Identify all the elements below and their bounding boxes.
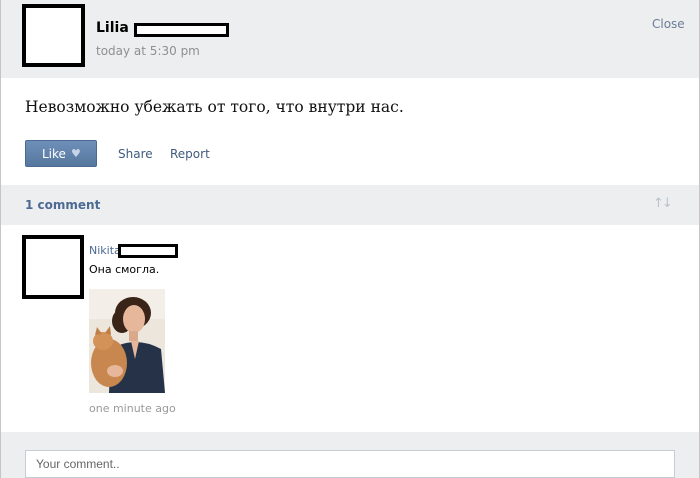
like-label: Like (42, 146, 66, 161)
heart-icon: ♥ (70, 147, 81, 160)
report-link[interactable]: Report (170, 147, 210, 161)
redacted-surname (134, 23, 229, 37)
commenter-avatar[interactable] (22, 235, 84, 299)
comments-count[interactable]: 1 comment (25, 198, 100, 212)
sort-icon[interactable]: ↑↓ (653, 196, 673, 211)
like-button[interactable]: Like ♥ (25, 140, 97, 167)
comment-time[interactable]: one minute ago (89, 402, 176, 415)
comment-photo[interactable] (89, 289, 165, 393)
post-header: Lilia today at 5:30 pm Close (1, 0, 699, 78)
comments-bar: 1 comment ↑↓ (1, 185, 699, 225)
redacted-surname (118, 244, 178, 258)
post-text: Невозможно убежать от того, что внутри н… (25, 98, 404, 116)
post-time[interactable]: today at 5:30 pm (96, 44, 200, 58)
comment-text: Она смогла. (89, 263, 160, 276)
share-link[interactable]: Share (118, 147, 153, 161)
close-button[interactable]: Close (652, 17, 685, 31)
comment-input[interactable] (25, 450, 675, 478)
author-avatar[interactable] (22, 4, 85, 67)
author-name[interactable]: Lilia (96, 20, 129, 36)
comment-author[interactable]: Nikita (89, 244, 121, 257)
